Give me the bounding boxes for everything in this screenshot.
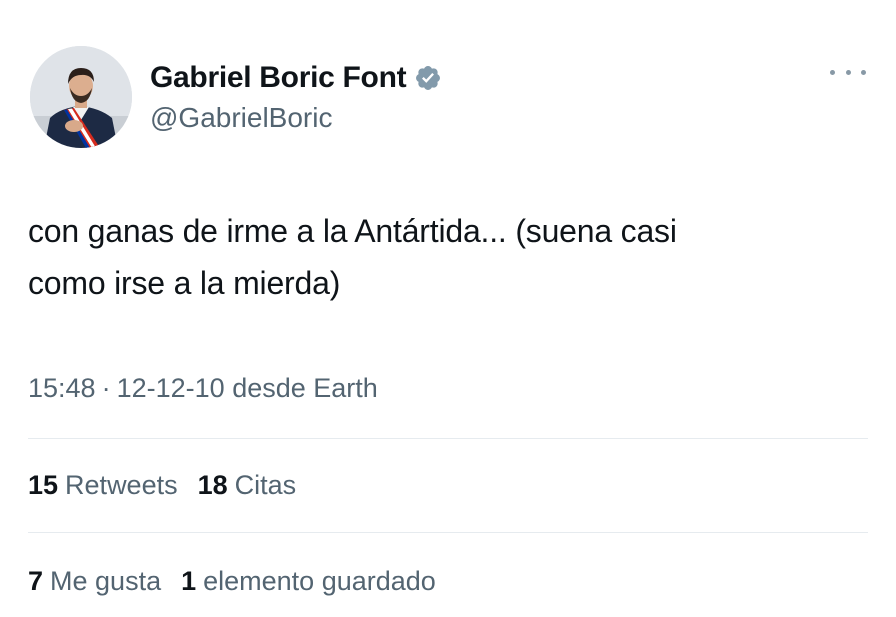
likes-stat[interactable]: 7 Me gusta [28,561,161,601]
avatar-photo [30,46,132,148]
tweet-text-line: con ganas de irme a la Antártida... (sue… [28,213,677,249]
user-handle[interactable]: @GabrielBoric [150,100,332,136]
bookmarks-count: 1 [181,566,197,596]
display-name[interactable]: Gabriel Boric Font [150,60,407,96]
quotes-label: Citas [234,470,297,500]
tweet-text: con ganas de irme a la Antártida... (sue… [28,205,868,309]
tweet-date[interactable]: 12-12-10 [117,373,225,403]
bookmarks-label: elemento guardado [203,566,436,596]
author-name-row: Gabriel Boric Font [150,58,442,98]
retweets-label: Retweets [65,470,178,500]
avatar[interactable] [30,46,132,148]
tweet-time[interactable]: 15:48 [28,373,96,403]
tweet-text-line: como irse a la mierda) [28,265,341,301]
tweet-card: Gabriel Boric Font @GabrielBoric con gan… [0,0,896,617]
dot [845,69,851,75]
quotes-count: 18 [197,470,228,500]
bookmarks-stat[interactable]: 1 elemento guardado [181,561,436,601]
quotes-stat[interactable]: 18 Citas [198,465,297,505]
verified-badge-icon [414,64,442,92]
dot [830,69,835,75]
stats-row-engagement: 7 Me gusta 1 elemento guardado [28,561,436,601]
tweet-source: desde Earth [232,373,378,403]
dot [861,69,866,75]
divider [28,532,868,533]
divider [28,438,868,439]
likes-count: 7 [28,566,44,596]
meta-separator: · [101,373,111,403]
retweets-count: 15 [28,470,59,500]
more-options-icon[interactable] [830,62,866,82]
stats-row-shares: 15 Retweets 18 Citas [28,465,296,505]
likes-label: Me gusta [50,566,162,596]
tweet-meta: 15:48 · 12-12-10 desde Earth [28,368,378,408]
retweets-stat[interactable]: 15 Retweets [28,465,178,505]
